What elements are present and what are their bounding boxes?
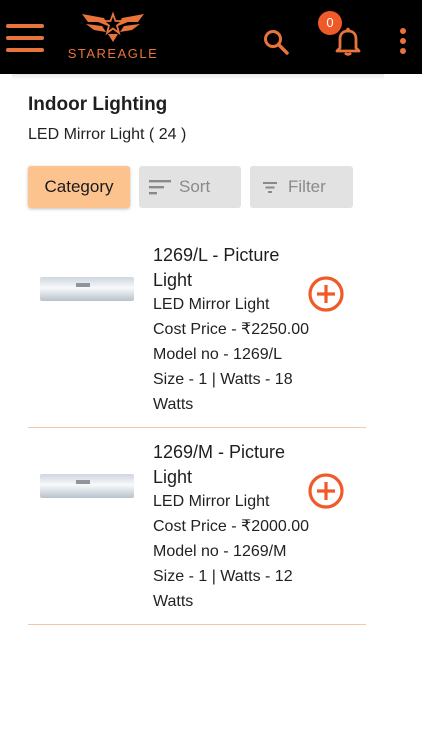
product-model: Model no - 1269/M bbox=[153, 543, 287, 560]
notification-badge: 0 bbox=[318, 11, 342, 35]
product-card[interactable]: 1269/M - Picture Light LED Mirror Light … bbox=[28, 428, 366, 625]
product-size-watts: Size - 1 | Watts - 18 Watts bbox=[153, 371, 293, 413]
top-app-bar: STAREAGLE 0 bbox=[0, 0, 422, 74]
filter-icon bbox=[263, 182, 277, 193]
sort-icon bbox=[149, 180, 171, 195]
more-vert-icon[interactable] bbox=[398, 28, 408, 54]
brand-logo[interactable]: STAREAGLE bbox=[58, 10, 168, 66]
eagle-logo-icon bbox=[82, 11, 144, 42]
product-category: LED Mirror Light bbox=[153, 493, 270, 510]
product-size-watts: Size - 1 | Watts - 12 Watts bbox=[153, 568, 293, 610]
product-title[interactable]: 1269/L - Picture Light bbox=[153, 243, 313, 293]
brand-name: STAREAGLE bbox=[67, 46, 159, 61]
category-button[interactable]: Category bbox=[28, 166, 130, 208]
product-category: LED Mirror Light bbox=[153, 296, 270, 313]
page-title: Indoor Lighting bbox=[28, 94, 168, 115]
product-title[interactable]: 1269/M - Picture Light bbox=[153, 440, 313, 490]
sort-label: Sort bbox=[179, 177, 211, 196]
header-shadow bbox=[12, 74, 384, 80]
product-image[interactable] bbox=[40, 474, 134, 498]
product-image[interactable] bbox=[40, 277, 134, 301]
sort-button[interactable]: Sort bbox=[139, 166, 241, 208]
product-cost: Cost Price - ₹2000.00 bbox=[153, 518, 310, 535]
add-circle-icon[interactable] bbox=[307, 275, 345, 313]
filter-button[interactable]: Filter bbox=[250, 166, 353, 208]
category-label: Category bbox=[44, 177, 114, 196]
menu-icon[interactable] bbox=[6, 24, 44, 54]
filter-label: Filter bbox=[288, 177, 326, 196]
product-model: Model no - 1269/L bbox=[153, 346, 282, 363]
category-count: LED Mirror Light ( 24 ) bbox=[28, 126, 187, 143]
product-cost: Cost Price - ₹2250.00 bbox=[153, 321, 310, 338]
product-card[interactable]: 1269/L - Picture Light LED Mirror Light … bbox=[28, 231, 366, 428]
search-icon[interactable] bbox=[262, 28, 290, 56]
add-circle-icon[interactable] bbox=[307, 472, 345, 510]
